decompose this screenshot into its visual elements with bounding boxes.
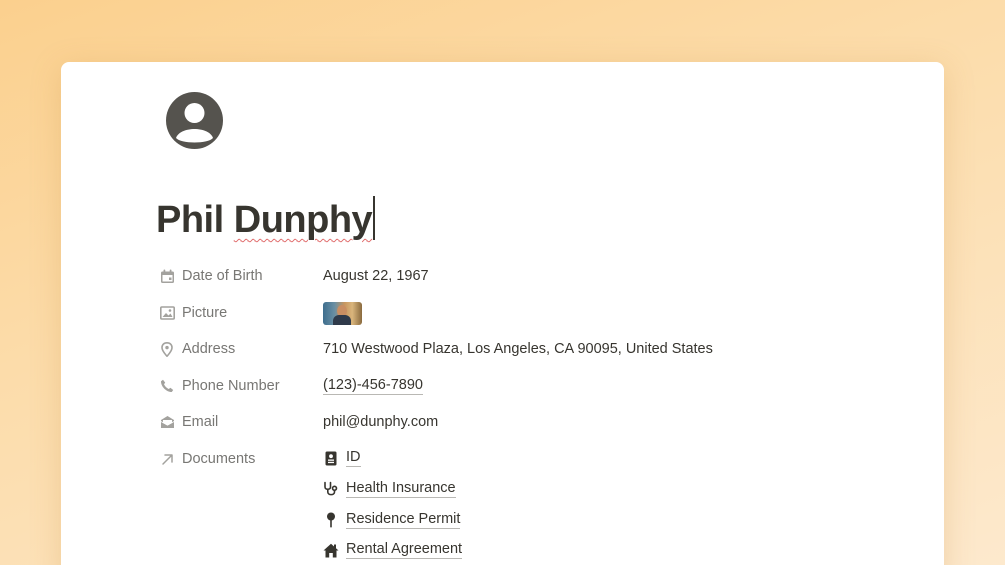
document-item-residence-permit[interactable]: Residence Permit [323,508,461,532]
property-name[interactable]: Documents [159,447,255,471]
document-item-id[interactable]: ID [323,446,361,470]
house-icon [323,542,339,558]
document-item-rental-agreement[interactable]: Rental Agreement [323,538,463,562]
document-item-health-insurance[interactable]: Health Insurance [323,477,456,501]
property-label: Email [182,414,219,430]
text-caret [373,196,375,240]
image-icon [159,305,175,321]
property-row-picture: Picture [159,301,859,325]
picture-value[interactable] [323,301,362,325]
page-title-misspelled-word: Dunphy [233,199,373,241]
date-of-birth-value[interactable]: August 22, 1967 [323,264,429,288]
stethoscope-icon [323,481,339,497]
location-pin-icon [159,341,175,357]
property-row-email: Email phil@dunphy.com [159,410,859,434]
phone-number-link[interactable]: (123)-456-7890 [323,377,423,395]
pushpin-icon [323,512,339,528]
profile-photo-thumbnail[interactable] [323,301,362,325]
email-link[interactable]: phil@dunphy.com [323,414,438,430]
user-avatar-icon[interactable] [166,92,223,149]
property-label: Phone Number [182,378,280,394]
relation-arrow-icon [159,451,175,467]
email-value[interactable]: phil@dunphy.com [323,410,438,434]
page-title[interactable]: Phil Dunphy [156,196,375,242]
page-title-first: Phil [156,199,224,241]
property-label: Documents [182,451,256,467]
property-name[interactable]: Picture [159,301,227,325]
property-label: Date of Birth [182,268,263,284]
property-row-date-of-birth: Date of Birth August 22, 1967 [159,264,859,288]
property-row-phone-number: Phone Number (123)-456-7890 [159,374,859,398]
property-name[interactable]: Email [159,410,218,434]
document-label: Residence Permit [346,511,461,529]
property-label: Picture [182,305,228,321]
property-row-documents: Documents [159,447,859,471]
property-name[interactable]: Date of Birth [159,264,263,288]
document-label: Rental Agreement [346,541,463,559]
phone-icon [159,378,175,394]
address-value[interactable]: 710 Westwood Plaza, Los Angeles, CA 9009… [323,337,713,361]
id-card-icon [323,450,339,466]
property-row-address: Address 710 Westwood Plaza, Los Angeles,… [159,337,859,361]
property-label: Address [182,341,236,357]
mail-icon [159,414,175,430]
phone-number-value[interactable]: (123)-456-7890 [323,374,423,398]
property-name[interactable]: Address [159,337,235,361]
document-label: ID [346,449,361,467]
page-card: Phil Dunphy Date of Birth August 22, 196… [61,62,944,565]
property-name[interactable]: Phone Number [159,374,280,398]
calendar-icon [159,268,175,284]
document-label: Health Insurance [346,480,456,498]
